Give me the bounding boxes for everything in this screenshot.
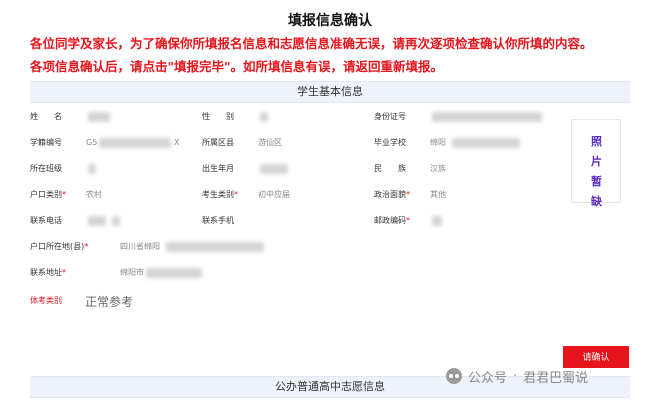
confirm-button[interactable]: 请确认 (563, 346, 629, 368)
hukou-address-value: 四川省绵阳 (120, 242, 160, 251)
birth-label: 出生年月 (202, 164, 234, 173)
student-no-label: 学籍编号 (30, 138, 62, 147)
ethnicity-value: 汉族 (430, 164, 446, 173)
watermark-separator: · (513, 368, 518, 384)
watermark-account: 君君巴蜀说 (523, 370, 589, 386)
name-label: 姓 名 (30, 112, 62, 121)
hukou-type-label: 户口类别* (30, 190, 66, 199)
page-title: 填报信息确认 (288, 13, 372, 29)
class-value-redacted (88, 164, 96, 174)
section-header-basic-info: 学生基本信息 (30, 81, 630, 103)
student-no-suffix: X (174, 138, 180, 147)
mobile-label: 联系手机 (202, 216, 234, 225)
gender-value-redacted (260, 112, 268, 122)
hukou-address-redacted (166, 242, 264, 252)
id-value-redacted (432, 112, 542, 122)
hukou-address-label: 户口所在地(县)* (30, 242, 89, 251)
watermark-platform: 公众号 (468, 370, 508, 386)
candidate-type-label: 考生类别* (202, 190, 238, 199)
exam-type-label: 体考类别 (30, 296, 62, 305)
hukou-type-value: 农村 (86, 190, 102, 199)
photo-placeholder: 照片暂缺 (571, 119, 621, 208)
phone-label: 联系电话 (30, 216, 62, 225)
student-no-prefix: G5 (86, 138, 98, 147)
political-label: 政治面貌* (374, 190, 410, 199)
phone-value-redacted-2 (112, 216, 120, 226)
address-label: 联系地址* (30, 268, 66, 277)
class-label: 所在班级 (30, 164, 62, 173)
school-value: 绵阳 (430, 138, 446, 147)
zip-value-redacted (432, 216, 442, 226)
notice-line-2: 各项信息确认后，请点击"填报完毕"。如所填信息有误，请返回重新填报。 (30, 59, 444, 74)
name-value-redacted (88, 112, 110, 122)
phone-value-redacted (88, 216, 106, 226)
political-value: 其他 (430, 190, 446, 199)
gender-label: 性 别 (202, 112, 234, 121)
wechat-watermark: 公众号 · 君君巴蜀说 (446, 366, 588, 386)
ethnicity-label: 民 族 (374, 164, 406, 173)
wechat-icon (446, 368, 462, 384)
notice-line-1: 各位同学及家长，为了确保你所填报名信息和志愿信息准确无误，请再次逐项检查确认你所… (30, 36, 593, 51)
id-label: 身份证号 (374, 112, 406, 121)
address-redacted (146, 268, 202, 278)
school-label: 毕业学校 (374, 138, 406, 147)
candidate-type-value: 初中应届 (258, 190, 290, 199)
birth-value-redacted (260, 164, 288, 174)
address-value: 绵阳市 (120, 268, 144, 277)
district-value: 游仙区 (258, 138, 282, 147)
school-value-redacted (452, 138, 520, 148)
district-label: 所属区县 (202, 138, 234, 147)
student-no-redacted (99, 138, 171, 148)
exam-type-value: 正常参考 (85, 295, 134, 309)
zip-label: 邮政编码* (374, 216, 410, 225)
photo-missing-text: 照片暂缺 (591, 135, 602, 208)
